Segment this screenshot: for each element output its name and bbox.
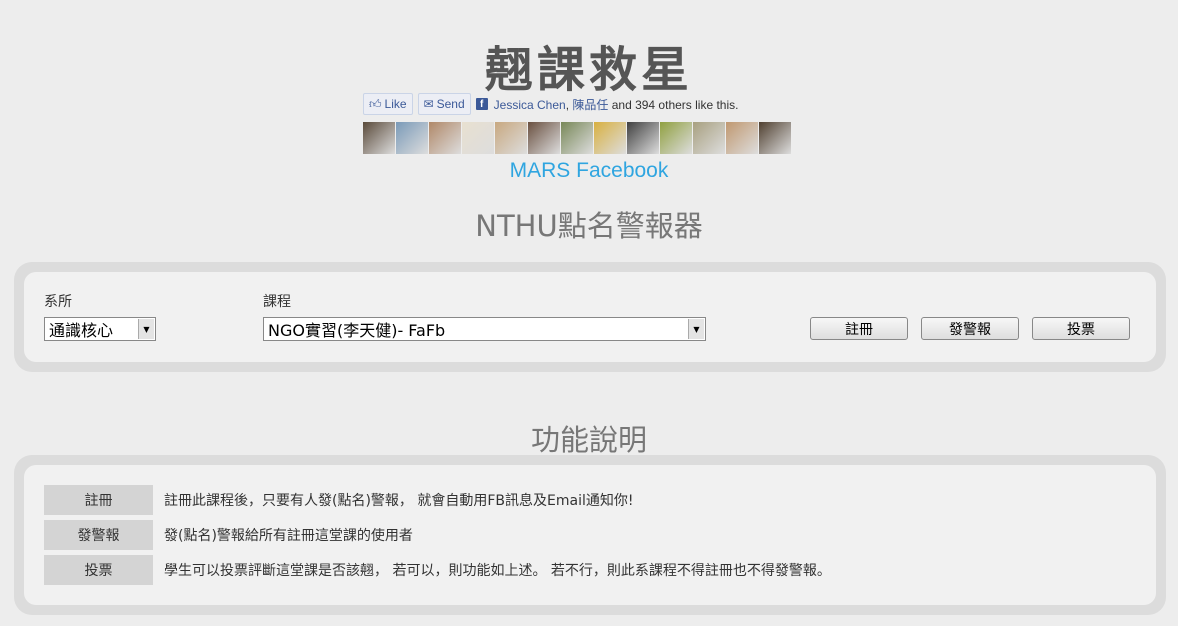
friend-avatar[interactable] [660, 122, 692, 154]
like-summary: Jessica Chen, 陳品任 and 394 others like th… [493, 97, 739, 112]
send-button[interactable]: ✉︎ Send [417, 93, 471, 115]
friend-avatar[interactable] [627, 122, 659, 154]
speech-bubble-icon: ✉︎ [423, 97, 434, 111]
feature-tag-register: 註冊 [44, 485, 153, 515]
alert-button[interactable]: 發警報 [921, 317, 1019, 340]
feature-tag-alert: 發警報 [44, 520, 153, 550]
chevron-down-icon[interactable]: ▼ [688, 319, 704, 339]
vote-button[interactable]: 投票 [1032, 317, 1130, 340]
friend-link-1[interactable]: Jessica Chen [494, 98, 566, 112]
dept-label: 系所 [44, 294, 72, 310]
dept-select[interactable]: 通識核心 ▼ [44, 317, 156, 341]
friend-avatar[interactable] [726, 122, 758, 154]
page-title: 翹課救星 [484, 42, 693, 98]
like-button[interactable]: 👍︎ Like [363, 93, 413, 115]
register-button[interactable]: 註冊 [810, 317, 908, 340]
section-title-features: 功能說明 [530, 423, 647, 457]
feature-tag-vote: 投票 [44, 555, 153, 585]
course-select[interactable]: NGO實習(李天健)- FaFb ▼ [263, 317, 706, 341]
feature-row: 註冊 註冊此課程後，只要有人發(點名)警報， 就會自動用FB訊息及Email通知… [44, 485, 633, 515]
section-title-alarm: NTHU點名警報器 [475, 209, 703, 243]
mars-facebook-link[interactable]: MARS Facebook [0, 159, 1178, 183]
send-label: Send [436, 97, 465, 111]
friend-avatar[interactable] [363, 122, 395, 154]
friend-link-2[interactable]: 陳品任 [572, 98, 608, 112]
facebook-icon: f [475, 98, 488, 110]
feature-desc: 學生可以投票評斷這堂課是否該翹， 若可以，則功能如上述。 若不行，則此系課程不得… [164, 563, 831, 579]
thumbs-up-icon: 👍︎ [369, 96, 382, 111]
friend-avatar[interactable] [396, 122, 428, 154]
friend-avatar[interactable] [495, 122, 527, 154]
friend-avatar[interactable] [594, 122, 626, 154]
feature-desc: 註冊此課程後，只要有人發(點名)警報， 就會自動用FB訊息及Email通知你! [164, 493, 634, 509]
like-label: Like [384, 97, 407, 111]
friend-avatar[interactable] [462, 122, 494, 154]
friend-faces [363, 122, 792, 154]
chevron-down-icon[interactable]: ▼ [138, 319, 154, 339]
course-select-value: NGO實習(李天健)- FaFb [268, 321, 446, 340]
friend-avatar[interactable] [429, 122, 461, 154]
dept-select-value: 通識核心 [49, 321, 114, 340]
feature-row: 投票 學生可以投票評斷這堂課是否該翹， 若可以，則功能如上述。 若不行，則此系課… [44, 555, 831, 585]
course-label: 課程 [263, 294, 291, 310]
facebook-like-bar: 👍︎ Like ✉︎ Send f Jessica Chen, 陳品任 and … [363, 93, 738, 115]
friend-avatar[interactable] [528, 122, 560, 154]
friend-avatar[interactable] [693, 122, 725, 154]
feature-desc: 發(點名)警報給所有註冊這堂課的使用者 [164, 528, 413, 544]
friend-avatar[interactable] [759, 122, 791, 154]
feature-row: 發警報 發(點名)警報給所有註冊這堂課的使用者 [44, 520, 413, 550]
friend-avatar[interactable] [561, 122, 593, 154]
